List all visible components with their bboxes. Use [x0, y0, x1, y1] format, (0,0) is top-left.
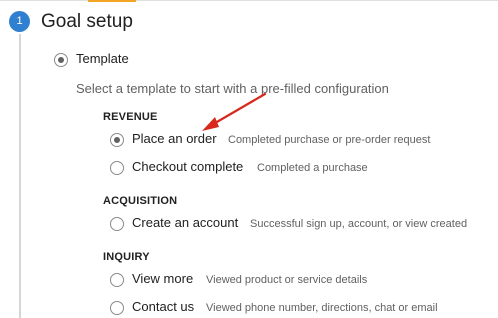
view-more-label[interactable]: View more — [132, 271, 193, 287]
view-more-radio[interactable] — [110, 273, 124, 287]
place-an-order-description: Completed purchase or pre-order request — [228, 134, 431, 146]
template-radio[interactable] — [54, 53, 68, 67]
place-an-order-label[interactable]: Place an order — [132, 131, 217, 147]
section-heading-acquisition: ACQUISITION — [103, 195, 178, 207]
contact-us-label[interactable]: Contact us — [132, 299, 194, 315]
step-number-badge: 1 — [9, 11, 30, 32]
template-intro-text: Select a template to start with a pre-fi… — [76, 81, 389, 96]
create-an-account-radio[interactable] — [110, 217, 124, 231]
section-heading-inquiry: INQUIRY — [103, 251, 150, 263]
contact-us-radio[interactable] — [110, 301, 124, 315]
template-label[interactable]: Template — [76, 51, 129, 67]
view-more-description: Viewed product or service details — [206, 274, 368, 286]
create-an-account-description: Successful sign up, account, or view cre… — [250, 218, 468, 230]
step-title[interactable]: Goal setup — [41, 10, 133, 34]
create-an-account-label[interactable]: Create an account — [132, 215, 238, 231]
section-heading-revenue: REVENUE — [103, 111, 158, 123]
checkout-complete-description: Completed a purchase — [257, 162, 368, 174]
contact-us-description: Viewed phone number, directions, chat or… — [206, 302, 438, 314]
annotation-arrow-icon — [202, 92, 267, 131]
step-connector-line — [19, 34, 21, 318]
checkout-complete-label[interactable]: Checkout complete — [132, 159, 243, 175]
checkout-complete-radio[interactable] — [110, 161, 124, 175]
place-an-order-radio[interactable] — [110, 133, 124, 147]
top-divider — [0, 0, 498, 1]
active-tab-indicator — [88, 0, 136, 2]
